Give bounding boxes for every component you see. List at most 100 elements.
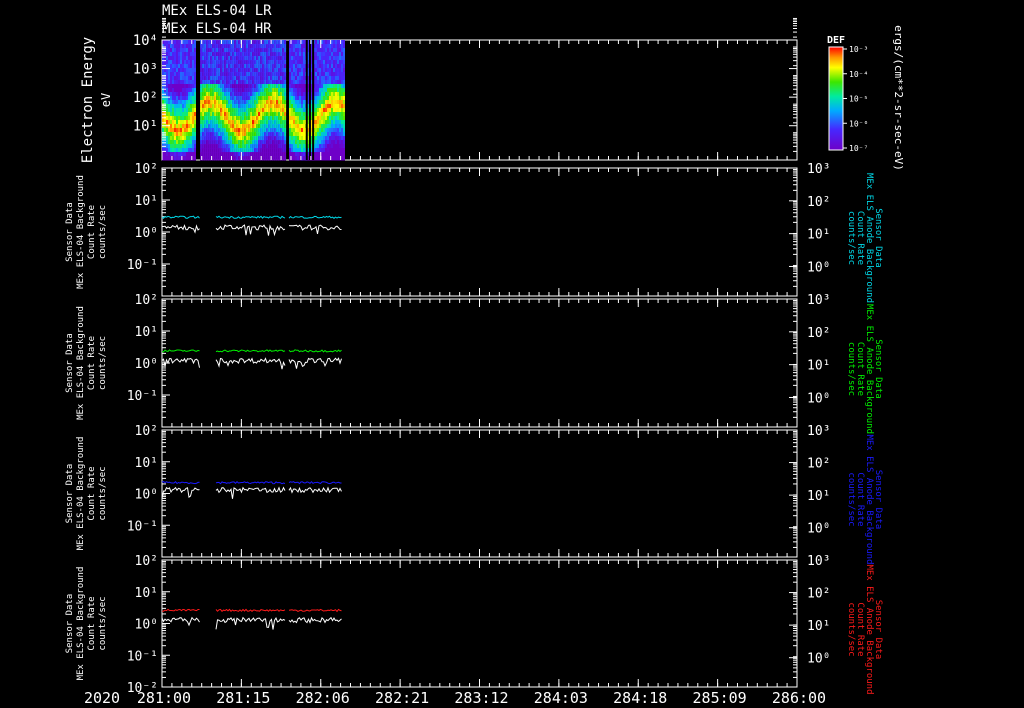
spectrogram-cell (254, 52, 257, 57)
spectrogram-cell (186, 88, 188, 93)
spectrogram-cell (202, 124, 205, 129)
spectrogram-cell (266, 64, 269, 69)
spectrogram-cell (329, 44, 331, 49)
spectrogram-cell (280, 92, 283, 97)
spectrogram-cell (289, 120, 291, 125)
spectrogram-cell (303, 124, 305, 129)
spectrogram-cell (254, 60, 257, 65)
spectrogram-cell (270, 136, 273, 141)
spectrogram-cell (230, 48, 233, 53)
spectrogram-cell (303, 136, 305, 141)
spectrogram-cell (280, 128, 283, 133)
spectrogram-cell (220, 112, 223, 117)
spectrogram-cell (276, 124, 279, 129)
spectrogram-cell (250, 48, 253, 53)
spectrogram-cell (301, 112, 303, 117)
spectrogram-cell (268, 80, 271, 85)
spectrogram-cell (236, 152, 239, 157)
spectrogram-cell (343, 92, 345, 97)
spectrogram-cell (186, 128, 188, 133)
spectrogram-cell (180, 96, 182, 101)
spectrogram-cell (254, 148, 257, 153)
spectrogram-cell (178, 44, 180, 49)
spectrogram-cell (220, 148, 223, 153)
spectrogram-cell (170, 148, 172, 153)
spectrogram-cell (246, 92, 249, 97)
spectrogram-cell (337, 68, 339, 73)
spectrogram-cell (200, 72, 203, 77)
spectrogram-cell (272, 156, 275, 161)
spectrogram-cell (333, 56, 335, 61)
spectrogram-cell (303, 152, 305, 157)
spectrogram-cell (168, 88, 170, 93)
spectrogram-cell (250, 96, 253, 101)
spectrogram-cell (282, 152, 285, 157)
spectrogram-cell (218, 124, 221, 129)
x-tick-label: 281:00 (137, 689, 191, 707)
spectrogram-cell (337, 52, 339, 57)
spectrogram-cell (254, 112, 257, 117)
spectrogram-cell (254, 72, 257, 77)
spectrogram-cell (238, 96, 241, 101)
spectrogram-cell (337, 144, 339, 149)
spectrogram-cell (232, 152, 235, 157)
spectrogram-cell (212, 128, 215, 133)
spectrogram-cell (222, 124, 225, 129)
spectrogram-cell (282, 80, 285, 85)
spectrogram-cell (329, 152, 331, 157)
spectrogram-cell (230, 72, 233, 77)
spectrogram-cell (232, 148, 235, 153)
spectrogram-cell (200, 80, 203, 85)
spectrogram-cell (234, 68, 237, 73)
spectrogram-cell (242, 76, 245, 81)
spectrogram-cell (301, 68, 303, 73)
spectrogram-cell (280, 144, 283, 149)
spectrogram-cell (268, 112, 271, 117)
spectrogram-cell (282, 104, 285, 109)
spectrogram-cell (232, 44, 235, 49)
spectrogram-cell (182, 96, 184, 101)
spectrogram-cell (218, 64, 221, 69)
spectrogram-cell (212, 80, 215, 85)
spectrogram-cell (266, 44, 269, 49)
spectrogram-cell (258, 60, 261, 65)
spectrogram-cell (226, 64, 229, 69)
spectrogram-cell (317, 104, 319, 109)
x-tick-label: 284:03 (534, 689, 588, 707)
spectrogram-cell (210, 140, 213, 145)
spectrogram-cell (244, 52, 247, 57)
spectrogram-cell (274, 104, 277, 109)
spectrogram-cell (248, 92, 251, 97)
spectrogram-cell (244, 128, 247, 133)
spectrogram-cell (278, 124, 281, 129)
spectrogram-cell (170, 100, 172, 105)
spectrogram-cell (168, 40, 170, 45)
spectrogram-cell (240, 72, 243, 77)
spectrogram-cell (248, 84, 251, 89)
spectrogram-cell (335, 144, 337, 149)
spectrogram-cell (218, 152, 221, 157)
spectrogram-cell (315, 140, 317, 145)
spectrogram-cell (327, 88, 329, 93)
spectrogram-cell (202, 84, 205, 89)
spectrogram-cell (315, 136, 317, 141)
spectrogram-cell (293, 96, 295, 101)
spectrogram-cell (200, 48, 203, 53)
spectrogram-cell (178, 104, 180, 109)
spectrogram-cell (242, 156, 245, 161)
spectrogram-cell (272, 136, 275, 141)
spectrogram-cell (216, 124, 219, 129)
spectrogram-cell (184, 132, 186, 137)
spectrogram-cell (232, 144, 235, 149)
left-tick-label: 10⁰ (135, 618, 158, 633)
spectrogram-cell (218, 88, 221, 93)
spectrogram-cell (228, 44, 231, 49)
spectrogram-cell (274, 120, 277, 125)
spectrogram-cell (321, 116, 323, 121)
spectrogram-cell (343, 104, 345, 109)
spectrogram-cell (234, 136, 237, 141)
spectrogram-cell (325, 76, 327, 81)
spectrogram-cell (266, 100, 269, 105)
spectrogram-cell (276, 84, 279, 89)
spectrogram-cell (214, 116, 217, 121)
